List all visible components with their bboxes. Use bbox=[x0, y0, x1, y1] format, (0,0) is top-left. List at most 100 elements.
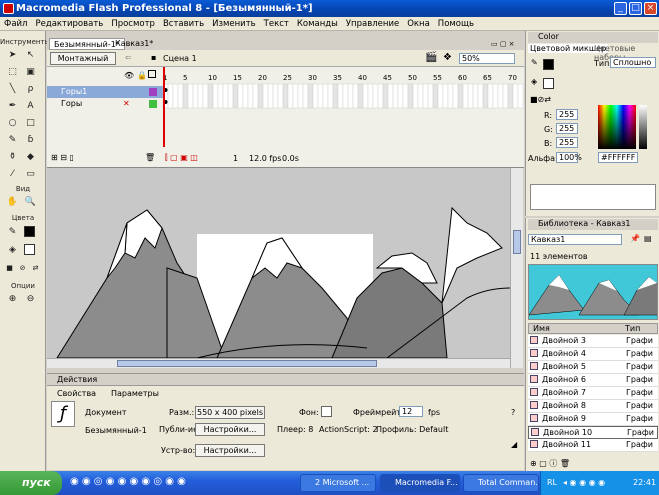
eye-icon[interactable]: 👁 bbox=[124, 71, 134, 80]
tab-parameters[interactable]: Параметры bbox=[111, 389, 159, 398]
workspace-button[interactable]: Монтажный стол bbox=[50, 52, 116, 74]
hidden-x-icon[interactable]: ✕ bbox=[123, 99, 130, 108]
zoom-in-icon[interactable]: ⊕ bbox=[6, 293, 19, 306]
stage-horizontal-scrollbar[interactable] bbox=[47, 358, 510, 368]
menu-insert[interactable]: Вставить bbox=[159, 17, 208, 31]
free-transform-icon[interactable]: ⬚ bbox=[6, 66, 19, 79]
menu-view[interactable]: Просмотр bbox=[107, 17, 159, 31]
doc-window-controls-icon[interactable]: ▭ ▢ × bbox=[487, 38, 519, 50]
color-spectrum[interactable] bbox=[598, 105, 636, 149]
task-total-commander[interactable]: Total Comman... bbox=[463, 474, 539, 492]
rectangle-tool-icon[interactable]: □ bbox=[24, 117, 37, 130]
layer-row-gory1[interactable]: Горы1 bbox=[47, 86, 165, 98]
zoom-tool-icon[interactable]: 🔍 bbox=[24, 196, 37, 209]
menu-help[interactable]: Помощь bbox=[434, 17, 478, 31]
new-library-icon[interactable]: ▤ bbox=[644, 234, 652, 243]
help-icon[interactable]: ? bbox=[511, 408, 515, 417]
library-source-select[interactable]: Кавказ1 bbox=[528, 234, 622, 245]
menu-commands[interactable]: Команды bbox=[293, 17, 342, 31]
default-colors-icon[interactable]: ■ bbox=[3, 262, 16, 275]
tab-properties[interactable]: Свойства bbox=[57, 389, 96, 398]
mixer-default-colors-icon[interactable]: ■⊘⇄ bbox=[530, 95, 551, 104]
onion-skin-icon[interactable]: ⫿ ▢ ▣ ◫ bbox=[165, 153, 198, 163]
publish-settings-button[interactable]: Настройки... bbox=[195, 423, 265, 436]
library-item[interactable]: Двойной 7 Графи bbox=[528, 387, 658, 400]
playhead[interactable] bbox=[163, 67, 165, 147]
start-button[interactable]: пуск bbox=[0, 471, 62, 495]
subselect-tool-icon[interactable]: ↖ bbox=[24, 49, 37, 62]
oval-tool-icon[interactable]: ○ bbox=[6, 117, 19, 130]
task-microsoft[interactable]: 2 Microsoft ... bbox=[300, 474, 376, 492]
insert-layer-icon[interactable]: ⊞ ⊟ ▯ bbox=[51, 153, 74, 162]
fill-color-icon[interactable]: ◈ bbox=[6, 244, 19, 257]
menu-text[interactable]: Текст bbox=[260, 17, 293, 31]
fill-color-swatch[interactable] bbox=[24, 244, 35, 255]
zoom-select[interactable]: 50% bbox=[459, 53, 515, 64]
timeline-frames[interactable]: 1 5 10 15 20 25 30 35 40 45 50 55 60 65 70 bbox=[161, 72, 524, 111]
close-button[interactable]: × bbox=[644, 2, 657, 15]
menu-window[interactable]: Окна bbox=[403, 17, 434, 31]
eyedropper-icon[interactable]: ⁄ bbox=[6, 168, 19, 181]
brush-tool-icon[interactable]: ɓ bbox=[24, 134, 37, 147]
stage-area[interactable] bbox=[47, 168, 510, 366]
device-settings-button[interactable]: Настройки... bbox=[195, 444, 265, 457]
language-indicator[interactable]: RL bbox=[547, 471, 557, 495]
pencil-tool-icon[interactable]: ✎ bbox=[6, 134, 19, 147]
gradient-transform-icon[interactable]: ▣ bbox=[24, 66, 37, 79]
stage-vertical-scrollbar[interactable] bbox=[510, 168, 523, 368]
lock-icon[interactable]: 🔒 bbox=[137, 71, 147, 80]
library-item[interactable]: Двойной 8 Графи bbox=[528, 400, 658, 413]
lasso-tool-icon[interactable]: ρ bbox=[24, 83, 37, 96]
brightness-slider[interactable] bbox=[639, 105, 647, 149]
alpha-input[interactable]: 100% bbox=[556, 152, 582, 163]
pen-tool-icon[interactable]: ✒ bbox=[6, 100, 19, 113]
edit-symbol-icon[interactable]: ❖ bbox=[443, 52, 452, 63]
maximize-button[interactable]: □ bbox=[629, 2, 642, 15]
menu-file[interactable]: Файл bbox=[0, 17, 31, 31]
menu-modify[interactable]: Изменить bbox=[208, 17, 260, 31]
back-arrow-icon[interactable]: ⇐ bbox=[125, 53, 132, 62]
library-item[interactable]: Двойной 4 Графи bbox=[528, 348, 658, 361]
library-item[interactable]: Двойной 5 Графи bbox=[528, 361, 658, 374]
stroke-pencil-icon[interactable]: ✎ bbox=[531, 58, 538, 67]
color-panel-title[interactable]: Color bbox=[528, 32, 658, 43]
background-color-swatch[interactable] bbox=[321, 406, 332, 417]
fps-input[interactable]: 12 bbox=[399, 406, 423, 417]
layer-row-gory[interactable]: Горы bbox=[47, 98, 165, 110]
fill-bucket-icon[interactable]: ◈ bbox=[531, 77, 537, 86]
line-tool-icon[interactable]: ╲ bbox=[6, 83, 19, 96]
pin-icon[interactable]: 📌 bbox=[630, 234, 640, 243]
tray-icons[interactable]: ◂ ◉ ◉ ◉ ◉ bbox=[563, 471, 605, 495]
stroke-color-icon[interactable]: ✎ bbox=[6, 226, 19, 239]
menu-edit[interactable]: Редактировать bbox=[31, 17, 107, 31]
ink-bottle-icon[interactable]: ⚱ bbox=[6, 151, 19, 164]
mixer-fill-swatch[interactable] bbox=[543, 78, 554, 89]
library-item-selected[interactable]: Двойной 10 Графи bbox=[528, 426, 658, 439]
mixer-stroke-swatch[interactable] bbox=[543, 59, 554, 70]
library-item[interactable]: Двойной 6 Графи bbox=[528, 374, 658, 387]
swap-colors-icon[interactable]: ⇄ bbox=[29, 262, 42, 275]
library-item[interactable]: Двойной 9 Графи bbox=[528, 413, 658, 426]
actions-panel-bar[interactable]: Действия bbox=[47, 373, 524, 385]
library-title[interactable]: Библиотека - Кавказ1 bbox=[528, 219, 658, 230]
tab-kavkaz1[interactable]: Кавказ1* bbox=[111, 38, 157, 50]
zoom-out-icon[interactable]: ⊖ bbox=[24, 293, 37, 306]
arrow-tool-icon[interactable]: ➤ bbox=[6, 49, 19, 62]
size-button[interactable]: 550 x 400 pixels bbox=[195, 406, 265, 419]
library-item[interactable]: Двойной 3 Графи bbox=[528, 335, 658, 348]
blue-input[interactable]: 255 bbox=[556, 137, 578, 148]
no-color-icon[interactable]: ⊘ bbox=[16, 262, 29, 275]
green-input[interactable]: 255 bbox=[556, 123, 578, 134]
task-macromedia[interactable]: Macromedia F... bbox=[380, 474, 460, 492]
edit-scene-icon[interactable]: 🎬 bbox=[425, 52, 437, 63]
stroke-color-swatch[interactable] bbox=[24, 226, 35, 237]
paint-bucket-icon[interactable]: ◆ bbox=[24, 151, 37, 164]
library-item[interactable]: Двойной 11 Графи bbox=[528, 439, 658, 452]
col-type[interactable]: Тип bbox=[625, 324, 640, 333]
quicklaunch-icons[interactable]: ◉ ◉ ◎ ◉ ◉ ◉ ◉ ◎ ◉ ◉ bbox=[70, 476, 186, 487]
fill-type-select[interactable]: Сплошно bbox=[610, 57, 656, 68]
col-name[interactable]: Имя bbox=[533, 324, 550, 333]
text-tool-icon[interactable]: A bbox=[24, 100, 37, 113]
outline-icon[interactable] bbox=[148, 70, 156, 78]
menu-control[interactable]: Управление bbox=[342, 17, 403, 31]
